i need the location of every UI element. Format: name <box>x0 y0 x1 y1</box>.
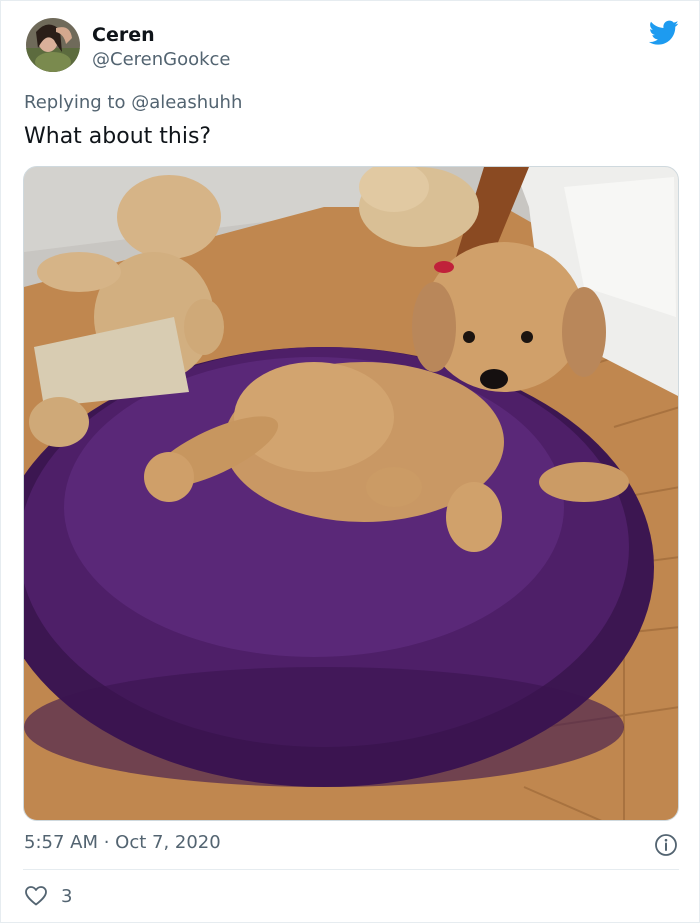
twitter-bird-icon[interactable] <box>649 20 679 46</box>
avatar-image <box>26 18 80 72</box>
tweet-timestamp[interactable]: 5:57 AM · Oct 7, 2020 <box>24 831 221 855</box>
divider <box>23 869 679 870</box>
reply-context: Replying to @aleashuhh <box>24 91 242 115</box>
like-button[interactable]: 3 <box>24 883 72 909</box>
author-name[interactable]: Ceren <box>92 23 155 47</box>
tweet-card: Ceren @CerenGookce Replying to @aleashuh… <box>0 0 700 923</box>
author-handle[interactable]: @CerenGookce <box>92 48 231 72</box>
puppy-photo <box>24 167 678 820</box>
like-count: 3 <box>61 885 73 907</box>
heart-icon <box>25 886 47 906</box>
info-icon[interactable] <box>654 833 678 857</box>
reply-to-mention[interactable]: @aleashuhh <box>131 92 242 113</box>
tweet-text: What about this? <box>24 124 212 149</box>
author-avatar[interactable] <box>26 18 80 72</box>
reply-prefix: Replying to <box>24 92 132 113</box>
tweet-photo[interactable] <box>23 166 679 821</box>
